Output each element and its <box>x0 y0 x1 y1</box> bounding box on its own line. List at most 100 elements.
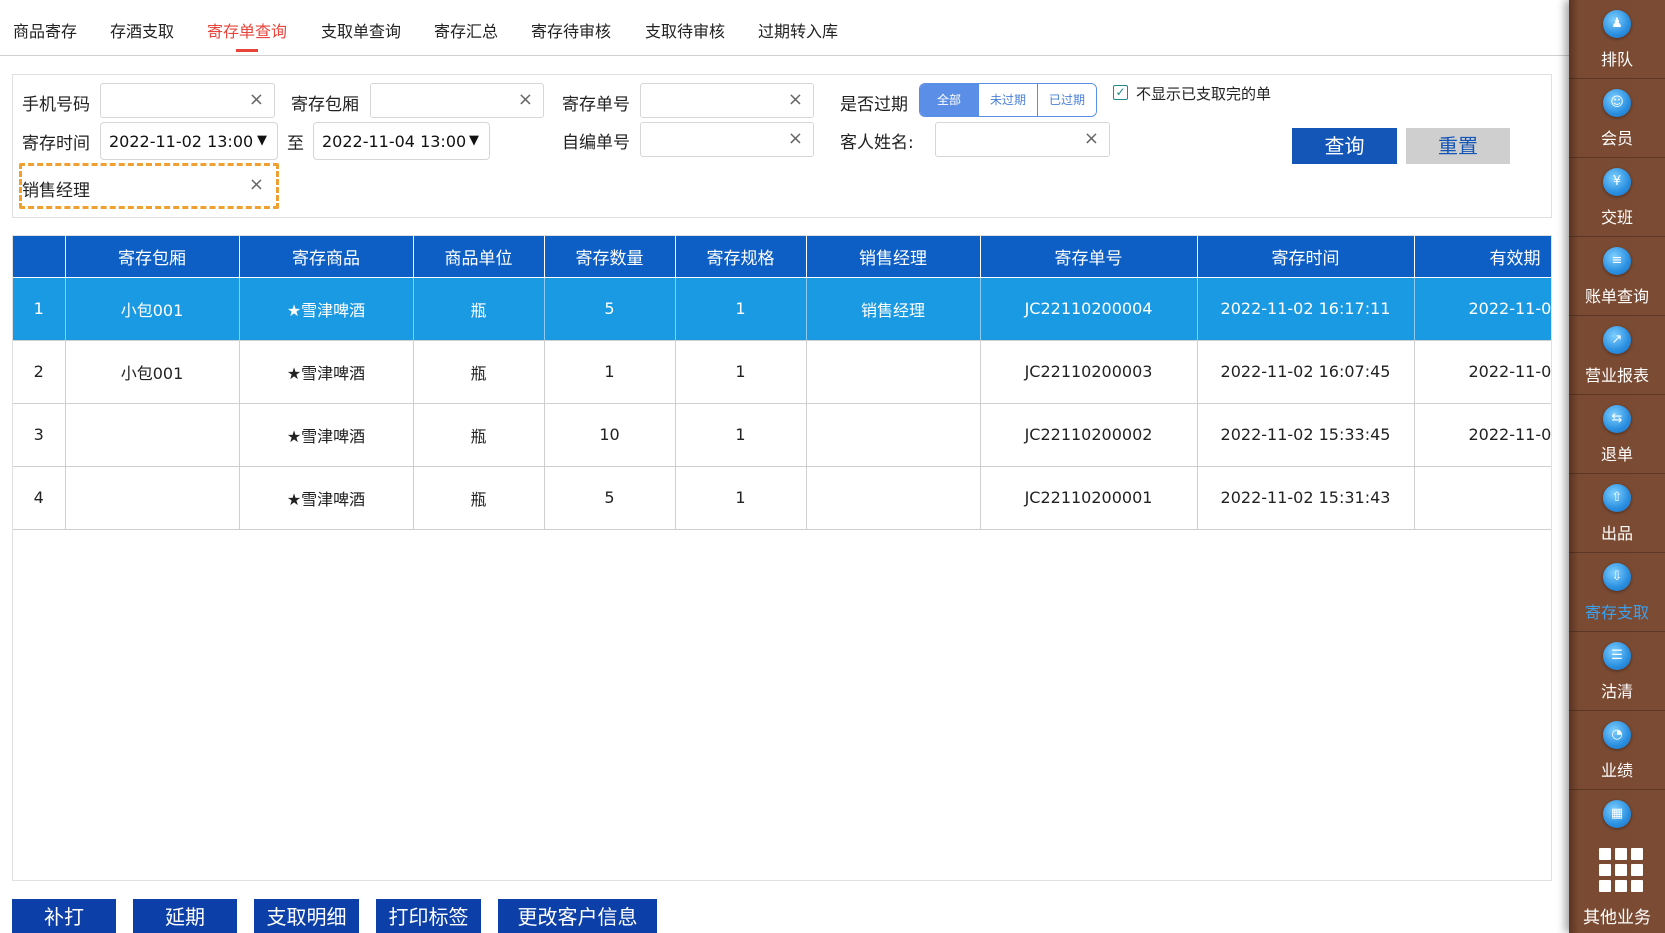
deposit-table-container: 寄存包厢 寄存商品 商品单位 寄存数量 寄存规格 销售经理 寄存单号 寄存时间 … <box>12 235 1552 881</box>
sidebar-item-refund[interactable]: ⇆ 退单 <box>1569 395 1665 474</box>
clear-icon[interactable]: × <box>1084 129 1099 149</box>
sidebar-item-label: 营业报表 <box>1584 366 1649 385</box>
time-label: 寄存时间 <box>22 134 90 154</box>
table-cell: 2022-11-02 16:17:11 <box>1197 277 1415 341</box>
query-button[interactable]: 查询 <box>1292 128 1397 164</box>
custom-no-input[interactable]: × <box>640 122 814 157</box>
expired-option-not-expired[interactable]: 未过期 <box>979 84 1038 116</box>
tab-deposit-query[interactable]: 寄存单查询 <box>207 18 287 42</box>
tab-deposit-summary[interactable]: 寄存汇总 <box>434 18 498 42</box>
guest-name-input[interactable]: × <box>935 122 1110 157</box>
table-cell <box>1414 466 1551 530</box>
deposit-table: 寄存包厢 寄存商品 商品单位 寄存数量 寄存规格 销售经理 寄存单号 寄存时间 … <box>13 236 1551 530</box>
sidebar-item-storage[interactable]: ⇩ 寄存支取 <box>1569 553 1665 632</box>
clear-icon[interactable]: × <box>788 129 803 149</box>
sidebar-item-queue[interactable]: ♟ 排队 <box>1569 0 1665 79</box>
print-label-button[interactable]: 打印标签 <box>376 899 481 933</box>
refund-icon: ⇆ <box>1603 405 1631 433</box>
order-no-label: 寄存单号 <box>562 95 630 115</box>
sidebar-item-soldout[interactable]: ☰ 沽清 <box>1569 632 1665 711</box>
sidebar-item-dispatch[interactable]: ⇧ 出品 <box>1569 474 1665 553</box>
table-cell: ★雪津啤酒 <box>239 277 414 341</box>
shift-icon: ¥ <box>1603 168 1631 196</box>
tab-withdraw-query[interactable]: 支取单查询 <box>321 18 401 42</box>
tab-expired-to-stock[interactable]: 过期转入库 <box>758 18 838 42</box>
col-header-index <box>13 236 66 278</box>
order-no-input[interactable]: × <box>640 83 814 118</box>
top-tab-bar: 商品寄存 存酒支取 寄存单查询 支取单查询 寄存汇总 寄存待审核 支取待审核 过… <box>0 0 1569 56</box>
chevron-down-icon: ▼ <box>257 133 267 148</box>
sidebar-item-label: 寄存支取 <box>1584 603 1649 622</box>
table-cell: 1 <box>675 466 807 530</box>
expired-label: 是否过期 <box>840 95 908 115</box>
edit-customer-button[interactable]: 更改客户信息 <box>498 899 657 933</box>
table-cell: 2022-11-03 <box>1414 340 1551 404</box>
table-row[interactable]: 2 小包001 ★雪津啤酒 瓶 1 1 JC22110200003 2022-1… <box>13 340 1551 404</box>
other-business-label[interactable]: 其他业务 <box>1569 903 1665 928</box>
tab-wine-withdraw[interactable]: 存酒支取 <box>110 18 174 42</box>
table-cell: ★雪津啤酒 <box>239 340 414 404</box>
time-from-select[interactable]: 2022-11-02 13:00 ▼ <box>100 122 278 160</box>
active-tab-indicator <box>236 49 258 52</box>
apps-icon: ▦ <box>1603 800 1631 828</box>
tab-withdraw-pending[interactable]: 支取待审核 <box>645 18 725 42</box>
table-row[interactable]: 3 ★雪津啤酒 瓶 10 1 JC22110200002 2022-11-02 … <box>13 403 1551 467</box>
withdraw-detail-button[interactable]: 支取明细 <box>254 899 359 933</box>
table-cell: 1 <box>675 277 807 341</box>
sidebar-item-report[interactable]: ↗ 营业报表 <box>1569 316 1665 395</box>
time-to-select[interactable]: 2022-11-04 13:00 ▼ <box>313 122 490 160</box>
clear-icon[interactable]: × <box>788 90 803 110</box>
right-sidebar: ♟ 排队 ☺ 会员 ¥ 交班 ≡ 账单查询 ↗ 营业报表 ⇆ 退单 ⇧ 出品 ⇩… <box>1569 0 1665 933</box>
guest-name-label: 客人姓名: <box>840 133 914 153</box>
table-cell: 2022-11-02 15:33:45 <box>1197 403 1415 467</box>
col-header-expiry: 有效期 <box>1414 236 1551 278</box>
table-row[interactable]: 1 小包001 ★雪津啤酒 瓶 5 1 销售经理 JC22110200004 2… <box>13 277 1551 341</box>
more-grid-icon[interactable] <box>1599 848 1643 892</box>
table-cell: 2022-11-03 <box>1414 403 1551 467</box>
hide-completed-checkbox[interactable]: ✓ <box>1113 85 1128 100</box>
sidebar-item-member[interactable]: ☺ 会员 <box>1569 79 1665 158</box>
col-header-room: 寄存包厢 <box>65 236 240 278</box>
reprint-button[interactable]: 补打 <box>12 899 116 933</box>
phone-input[interactable]: × <box>100 83 275 118</box>
col-header-unit: 商品单位 <box>413 236 545 278</box>
table-row[interactable]: 4 ★雪津啤酒 瓶 5 1 JC22110200001 2022-11-02 1… <box>13 466 1551 530</box>
sidebar-item-bill-query[interactable]: ≡ 账单查询 <box>1569 237 1665 316</box>
manager-label: 销售经理 <box>22 181 90 201</box>
time-to-separator: 至 <box>287 134 304 154</box>
tab-deposit-pending[interactable]: 寄存待审核 <box>531 18 611 42</box>
sidebar-item-label: 会员 <box>1600 129 1633 148</box>
expired-option-expired[interactable]: 已过期 <box>1038 84 1096 116</box>
table-cell: 5 <box>544 466 676 530</box>
room-input[interactable]: × <box>370 83 544 118</box>
table-cell: 瓶 <box>413 403 545 467</box>
tab-goods-deposit[interactable]: 商品寄存 <box>13 18 77 42</box>
table-cell: 1 <box>13 277 66 341</box>
table-cell: 2022-11-02 16:07:45 <box>1197 340 1415 404</box>
sidebar-item-apps[interactable]: ▦ <box>1569 790 1665 835</box>
time-from-value: 2022-11-02 13:00 <box>109 132 254 151</box>
time-to-value: 2022-11-04 13:00 <box>322 132 467 151</box>
clear-icon[interactable]: × <box>518 90 533 110</box>
table-cell <box>65 403 240 467</box>
table-cell <box>806 466 981 530</box>
table-cell: 瓶 <box>413 277 545 341</box>
table-cell: 2022-11-02 15:31:43 <box>1197 466 1415 530</box>
manager-input[interactable]: × <box>102 169 274 204</box>
performance-icon: ◔ <box>1603 721 1631 749</box>
table-cell: JC22110200002 <box>980 403 1198 467</box>
sidebar-item-performance[interactable]: ◔ 业绩 <box>1569 711 1665 790</box>
sidebar-item-label: 出品 <box>1600 524 1633 543</box>
member-icon: ☺ <box>1603 89 1631 117</box>
reset-button[interactable]: 重置 <box>1406 128 1510 164</box>
table-cell <box>806 340 981 404</box>
table-cell: ★雪津啤酒 <box>239 403 414 467</box>
phone-label: 手机号码 <box>22 95 90 115</box>
table-cell: JC22110200003 <box>980 340 1198 404</box>
sidebar-item-shift[interactable]: ¥ 交班 <box>1569 158 1665 237</box>
clear-icon[interactable]: × <box>249 175 264 195</box>
clear-icon[interactable]: × <box>249 90 264 110</box>
table-cell: 瓶 <box>413 340 545 404</box>
extend-button[interactable]: 延期 <box>133 899 237 933</box>
expired-option-all[interactable]: 全部 <box>920 84 979 116</box>
